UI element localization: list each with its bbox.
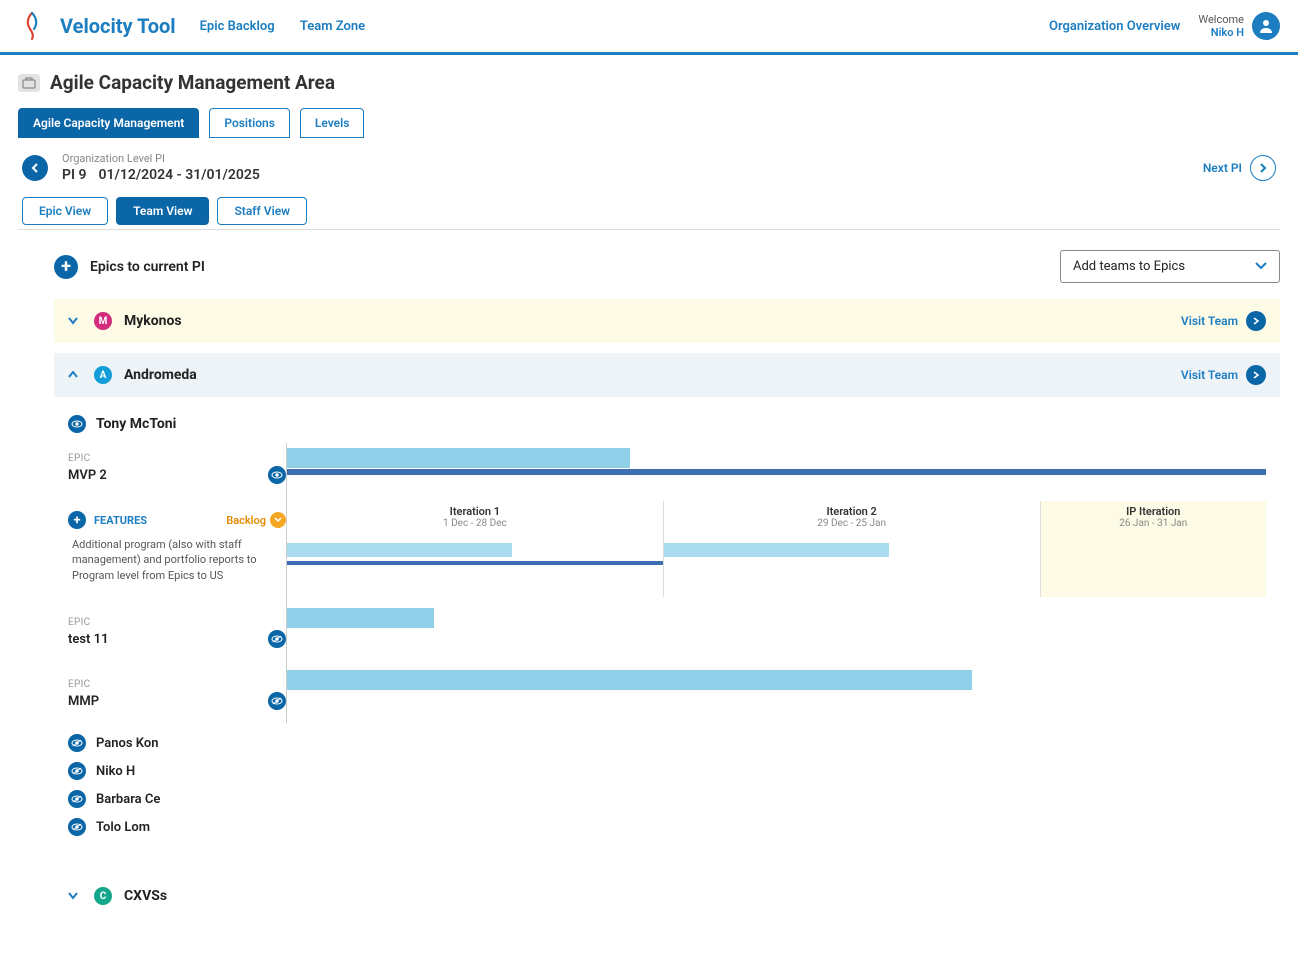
prev-pi-button[interactable]: [22, 155, 48, 181]
add-epics-button[interactable]: +: [54, 255, 78, 279]
tab-levels[interactable]: Levels: [300, 108, 365, 138]
list-item: Tolo Lom: [68, 813, 1266, 841]
iteration-col-ip: IP Iteration 26 Jan - 31 Jan: [1041, 501, 1266, 539]
team-body-andromeda: Tony McToni EPIC MVP 2: [54, 397, 1280, 865]
nav-org-overview[interactable]: Organization Overview: [1049, 19, 1180, 34]
eye-icon[interactable]: [68, 734, 86, 752]
visit-team-andromeda[interactable]: Visit Team: [1181, 365, 1266, 385]
features-label: FEATURES: [94, 514, 147, 527]
epic-name-test11: test 11: [68, 632, 109, 647]
team-header-cxvss: C CXVSs: [54, 875, 1280, 917]
team-badge-mykonos: M: [94, 312, 112, 330]
eye-icon[interactable]: [68, 790, 86, 808]
welcome-label: Welcome: [1198, 13, 1244, 26]
iteration-col-2: Iteration 2 29 Dec - 25 Jan: [664, 501, 1041, 539]
team-name-andromeda: Andromeda: [124, 367, 197, 383]
team-badge-andromeda: A: [94, 366, 112, 384]
pi-label: Organization Level PI: [62, 152, 260, 165]
epic-label: EPIC: [68, 453, 286, 464]
collapse-toggle-andromeda[interactable]: [68, 368, 82, 382]
view-tab-epic[interactable]: Epic View: [22, 197, 108, 225]
epics-to-pi-label: Epics to current PI: [90, 259, 205, 275]
eye-icon[interactable]: [68, 818, 86, 836]
epic-name-mmp: MMP: [68, 694, 99, 709]
visibility-toggle-mvp2[interactable]: [268, 466, 286, 484]
chevron-down-icon: [270, 512, 286, 528]
tab-agile-capacity-management[interactable]: Agile Capacity Management: [18, 108, 199, 138]
list-item: Panos Kon: [68, 729, 1266, 757]
top-bar: Velocity Tool Epic Backlog Team Zone Org…: [0, 0, 1298, 55]
pi-bar: Organization Level PI PI 9 01/12/2024 - …: [18, 138, 1280, 230]
epic-label: EPIC: [68, 679, 286, 690]
team-name-mykonos: Mykonos: [124, 313, 182, 329]
chevron-right-icon: [1246, 365, 1266, 385]
gantt-bar-test11[interactable]: [287, 608, 434, 628]
team-header-andromeda: A Andromeda Visit Team: [54, 353, 1280, 397]
epic-name-mvp2: MVP 2: [68, 468, 107, 483]
view-tab-staff[interactable]: Staff View: [217, 197, 307, 225]
member-name: Niko H: [96, 764, 135, 779]
chevron-down-icon: [1255, 259, 1267, 274]
view-tabs: Epic View Team View Staff View: [22, 197, 1276, 225]
feature-description: Additional program (also with staff mana…: [68, 537, 286, 583]
add-feature-button[interactable]: +: [68, 511, 86, 529]
team-header-mykonos: M Mykonos Visit Team: [54, 299, 1280, 343]
next-pi-button[interactable]: Next PI: [1203, 155, 1276, 181]
member-name-expanded: Tony McToni: [96, 416, 176, 432]
list-item: Barbara Ce: [68, 785, 1266, 813]
main-tabs: Agile Capacity Management Positions Leve…: [18, 108, 1280, 138]
page-icon: [18, 74, 40, 92]
page-title: Agile Capacity Management Area: [50, 71, 335, 94]
gantt-chart: Iteration 1 1 Dec - 28 Dec Iteration 2 2…: [286, 443, 1266, 723]
chevron-right-icon: [1246, 311, 1266, 331]
app-logo: [18, 8, 46, 44]
member-name: Tolo Lom: [96, 820, 150, 835]
team-badge-cxvss: C: [94, 887, 112, 905]
app-title: Velocity Tool: [60, 14, 176, 38]
view-tab-team[interactable]: Team View: [116, 197, 209, 225]
eye-icon[interactable]: [68, 415, 86, 433]
iteration-col-1: Iteration 1 1 Dec - 28 Dec: [287, 501, 664, 539]
user-name: Niko H: [1198, 26, 1244, 39]
gantt-bar-mvp2[interactable]: [287, 448, 630, 468]
gantt-bar-mmp[interactable]: [287, 670, 972, 690]
epic-label: EPIC: [68, 617, 286, 628]
member-list: Panos Kon Niko H Barbara Ce Tolo Lom: [68, 729, 1266, 841]
visibility-toggle-test11[interactable]: [268, 630, 286, 648]
add-teams-label: Add teams to Epics: [1073, 259, 1185, 274]
member-name: Panos Kon: [96, 736, 158, 751]
add-teams-select[interactable]: Add teams to Epics: [1060, 250, 1280, 283]
user-avatar-icon[interactable]: [1252, 12, 1280, 40]
nav-epic-backlog[interactable]: Epic Backlog: [200, 19, 275, 34]
collapse-toggle-cxvss[interactable]: [68, 889, 82, 903]
backlog-toggle[interactable]: Backlog: [226, 512, 286, 528]
collapse-toggle-mykonos[interactable]: [68, 314, 82, 328]
visibility-toggle-mmp[interactable]: [268, 692, 286, 710]
nav-team-zone[interactable]: Team Zone: [300, 19, 365, 34]
eye-icon[interactable]: [68, 762, 86, 780]
pi-range: 01/12/2024 - 31/01/2025: [99, 167, 260, 183]
visit-team-mykonos[interactable]: Visit Team: [1181, 311, 1266, 331]
next-pi-icon: [1250, 155, 1276, 181]
list-item: Niko H: [68, 757, 1266, 785]
iteration-progress-1: [287, 561, 663, 565]
user-area[interactable]: Welcome Niko H: [1198, 12, 1280, 40]
member-name: Barbara Ce: [96, 792, 160, 807]
tab-positions[interactable]: Positions: [209, 108, 290, 138]
iteration-bar-1[interactable]: [287, 543, 512, 557]
pi-name: PI 9: [62, 167, 87, 183]
team-name-cxvss: CXVSs: [124, 888, 167, 904]
iteration-bar-2[interactable]: [664, 543, 889, 557]
next-pi-label: Next PI: [1203, 161, 1242, 175]
top-nav: Epic Backlog Team Zone: [200, 19, 388, 34]
gantt-progress-mvp2: [287, 469, 1266, 475]
